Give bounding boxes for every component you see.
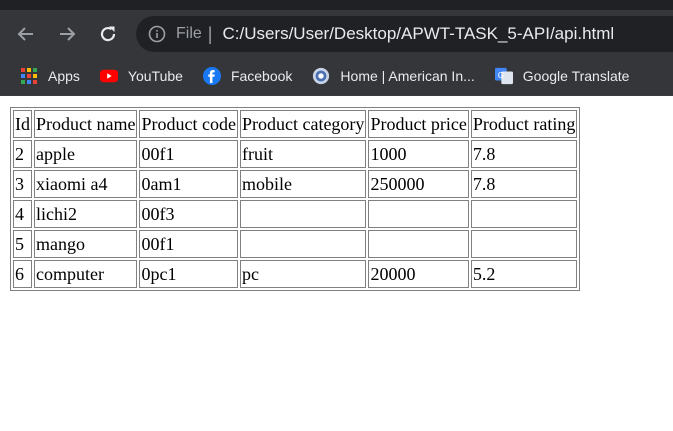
header-product-rating: Product rating	[470, 110, 578, 138]
cell-product-rating: 7.8	[470, 170, 578, 198]
tab-strip	[0, 0, 673, 12]
cell-product-category: mobile	[239, 170, 367, 198]
facebook-icon	[202, 67, 221, 85]
cell-product-rating	[470, 200, 578, 228]
bookmark-label: Home | American In...	[340, 68, 475, 84]
header-product-price: Product price	[368, 110, 469, 138]
arrow-right-icon	[60, 27, 76, 41]
forward-button[interactable]	[51, 18, 83, 50]
file-label: File	[176, 25, 202, 42]
address-separator: |	[207, 23, 213, 44]
cell-product-price	[368, 200, 469, 228]
google-translate-icon: G	[494, 67, 513, 85]
table-row: 5 mango 00f1	[13, 230, 578, 258]
cell-product-code: 00f3	[139, 200, 238, 228]
cell-product-code: 00f1	[139, 140, 238, 168]
info-icon[interactable]	[148, 25, 166, 43]
cell-product-rating	[470, 230, 578, 258]
table-header-row: Id Product name Product code Product cat…	[13, 110, 578, 138]
cell-product-code: 0pc1	[139, 260, 238, 288]
cell-product-price: 1000	[368, 140, 469, 168]
page-content: Id Product name Product code Product cat…	[0, 96, 673, 291]
cell-product-category: pc	[239, 260, 367, 288]
table-row: 6 computer 0pc1 pc 20000 5.2	[13, 260, 578, 288]
header-product-category: Product category	[239, 110, 367, 138]
bookmark-american[interactable]: Home | American In...	[312, 62, 475, 90]
bookmark-label: Apps	[48, 68, 80, 84]
browser-chrome: File | C:/Users/User/Desktop/APWT-TASK_5…	[0, 0, 673, 96]
globe-icon	[312, 67, 330, 85]
cell-product-category	[239, 200, 367, 228]
svg-text:G: G	[497, 70, 503, 80]
header-id: Id	[13, 110, 32, 138]
reload-icon	[100, 26, 116, 42]
reload-button[interactable]	[92, 18, 124, 50]
url-text[interactable]: C:/Users/User/Desktop/APWT-TASK_5-API/ap…	[222, 24, 614, 44]
back-button[interactable]	[10, 18, 42, 50]
cell-product-rating: 7.8	[470, 140, 578, 168]
cell-product-rating: 5.2	[470, 260, 578, 288]
cell-product-name: mango	[34, 230, 138, 258]
cell-id: 2	[13, 140, 32, 168]
browser-toolbar: File | C:/Users/User/Desktop/APWT-TASK_5…	[0, 12, 673, 57]
cell-product-code: 0am1	[139, 170, 238, 198]
cell-id: 5	[13, 230, 32, 258]
cell-product-name: computer	[34, 260, 138, 288]
cell-product-code: 00f1	[139, 230, 238, 258]
cell-product-price	[368, 230, 469, 258]
cell-product-price: 20000	[368, 260, 469, 288]
cell-product-category: fruit	[239, 140, 367, 168]
table-row: 2 apple 00f1 fruit 1000 7.8	[13, 140, 578, 168]
cell-id: 4	[13, 200, 32, 228]
cell-id: 3	[13, 170, 32, 198]
cell-product-price: 250000	[368, 170, 469, 198]
bookmark-google-translate[interactable]: G Google Translate	[494, 62, 630, 90]
bookmark-youtube[interactable]: YouTube	[99, 62, 183, 90]
bookmark-apps[interactable]: Apps	[20, 62, 80, 90]
table-row: 3 xiaomi a4 0am1 mobile 250000 7.8	[13, 170, 578, 198]
bookmark-label: Google Translate	[522, 68, 630, 84]
header-product-code: Product code	[139, 110, 238, 138]
cell-product-category	[239, 230, 367, 258]
address-bar[interactable]: File | C:/Users/User/Desktop/APWT-TASK_5…	[136, 16, 673, 52]
products-table: Id Product name Product code Product cat…	[10, 107, 581, 291]
header-product-name: Product name	[34, 110, 138, 138]
cell-product-name: xiaomi a4	[34, 170, 138, 198]
cell-product-name: apple	[34, 140, 138, 168]
bookmark-label: Facebook	[230, 68, 293, 84]
table-row: 4 lichi2 00f3	[13, 200, 578, 228]
cell-id: 6	[13, 260, 32, 288]
bookmarks-bar: Apps YouTube Facebook Home | American In…	[0, 57, 673, 96]
bookmark-facebook[interactable]: Facebook	[202, 62, 293, 90]
arrow-left-icon	[17, 27, 33, 41]
youtube-icon	[99, 67, 118, 85]
bookmark-label: YouTube	[127, 68, 183, 84]
cell-product-name: lichi2	[34, 200, 138, 228]
apps-grid-icon	[20, 67, 38, 85]
